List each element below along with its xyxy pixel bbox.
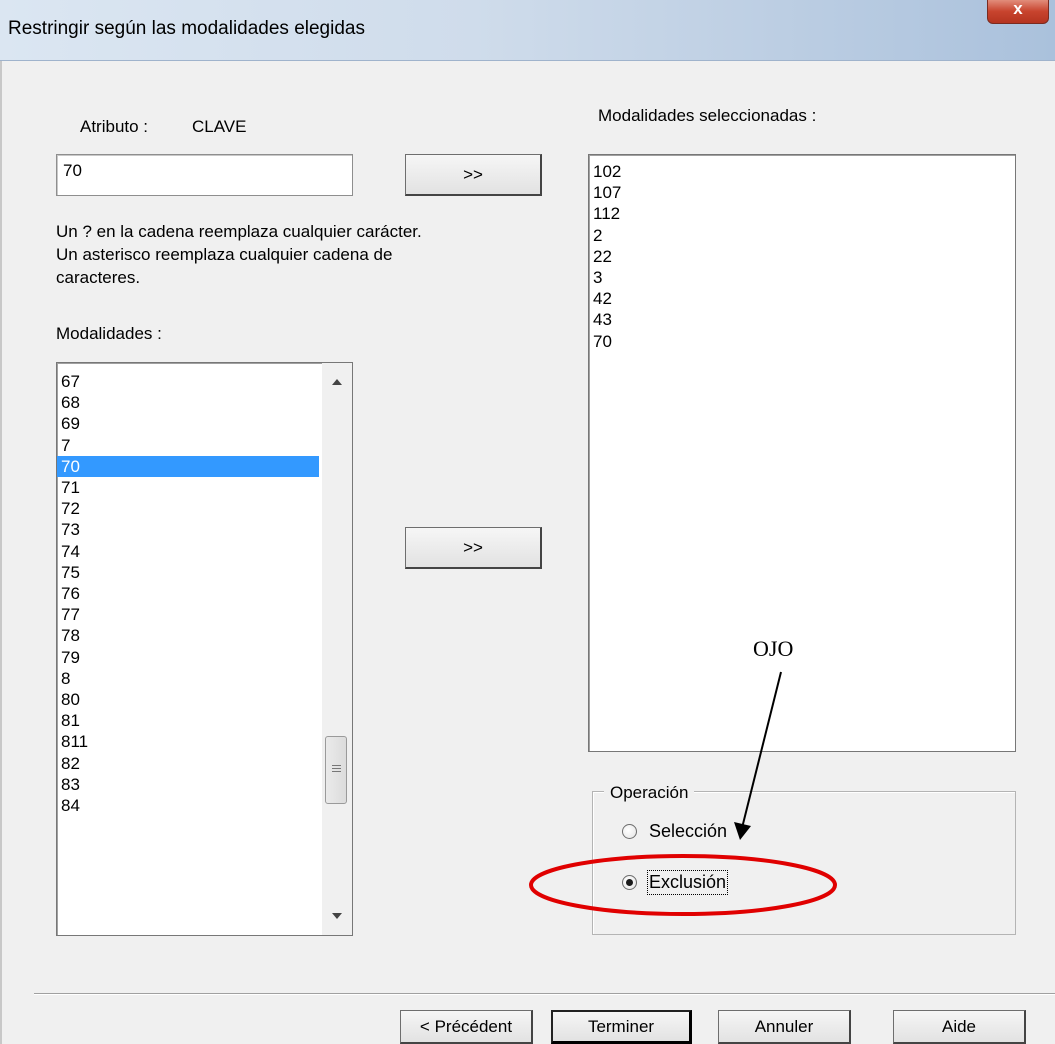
radio-selection-label[interactable]: Selección xyxy=(649,821,727,842)
operation-label: Operación xyxy=(604,783,695,803)
modalities-listbox[interactable]: 67 68 69 7 70 71 72 73 74 75 76 77 78 79 8 80 81 811 82 83 8… xyxy=(56,362,353,936)
modalities-items: 67 68 69 7 70 71 72 73 74 75 76 77 78 79 8 80 81 811 82 83 8… xyxy=(57,371,319,816)
modalities-label: Modalidades : xyxy=(56,324,162,343)
cancel-button[interactable]: Annuler xyxy=(718,1010,851,1044)
finish-button[interactable]: Terminer xyxy=(551,1010,692,1044)
help-text-line: Un ? en la cadena reemplaza cualquier ca… xyxy=(56,222,422,241)
modalities-list-item[interactable]: 77 xyxy=(57,604,319,625)
radio-selection-indicator[interactable] xyxy=(622,824,637,839)
selected-modalities-list-item[interactable]: 43 xyxy=(589,309,1009,330)
help-text-line: Un asterisco reemplaza cualquier cadena … xyxy=(56,245,393,264)
selected-modalities-list-item[interactable]: 2 xyxy=(589,225,1009,246)
selected-modalities-list-item[interactable]: 22 xyxy=(589,246,1009,267)
modalities-list-item[interactable]: 83 xyxy=(57,774,319,795)
radio-selection[interactable]: Selección xyxy=(622,821,727,842)
modalities-list-item[interactable]: 74 xyxy=(57,541,319,562)
radio-exclusion[interactable]: Exclusión xyxy=(622,870,729,895)
modalities-list-item[interactable]: 72 xyxy=(57,498,319,519)
scroll-thumb[interactable] xyxy=(325,736,347,804)
window-left-edge xyxy=(0,61,2,1044)
modalities-list-item[interactable]: 70 xyxy=(57,455,319,478)
help-text: Un ? en la cadena reemplaza cualquier ca… xyxy=(56,220,422,289)
modalities-list-item[interactable]: 73 xyxy=(57,519,319,540)
grip-line xyxy=(332,768,341,769)
selected-modalities-list-item[interactable]: 70 xyxy=(589,331,1009,352)
radio-exclusion-indicator[interactable] xyxy=(622,875,637,890)
scroll-down-icon[interactable] xyxy=(332,913,342,919)
modalities-list-item[interactable]: 69 xyxy=(57,413,319,434)
attribute-value: CLAVE xyxy=(192,117,247,136)
modalities-list-item[interactable]: 7 xyxy=(57,435,319,456)
add-filtered-button[interactable]: >> xyxy=(405,154,542,196)
attribute-label: Atributo : xyxy=(80,117,149,136)
radio-exclusion-label[interactable]: Exclusión xyxy=(646,870,729,895)
selected-modalities-listbox[interactable]: 102 107 112 2 22 3 42 43 70 xyxy=(588,154,1016,752)
modalities-list-item[interactable]: 80 xyxy=(57,689,319,710)
modalities-list-item[interactable]: 76 xyxy=(57,583,319,604)
close-button[interactable]: x xyxy=(987,0,1049,24)
previous-button[interactable]: < Précédent xyxy=(400,1010,533,1044)
selected-modalities-list-item[interactable]: 3 xyxy=(589,267,1009,288)
operation-groupbox xyxy=(592,791,1016,935)
selected-modalities-label: Modalidades seleccionadas : xyxy=(598,106,817,125)
window-title: Restringir según las modalidades elegida… xyxy=(8,18,365,39)
modalities-list-item[interactable]: 82 xyxy=(57,753,319,774)
footer-separator xyxy=(34,993,1055,995)
modalities-list-item[interactable]: 79 xyxy=(57,647,319,668)
selected-modalities-list-item[interactable]: 42 xyxy=(589,288,1009,309)
selected-modalities-items: 102 107 112 2 22 3 42 43 70 xyxy=(589,161,1009,352)
selected-modalities-list-item[interactable]: 112 xyxy=(589,203,1009,224)
grip-line xyxy=(332,765,341,766)
modalities-list-item[interactable]: 811 xyxy=(57,731,319,752)
help-text-line: caracteres. xyxy=(56,268,141,287)
selected-modalities-list-item[interactable]: 107 xyxy=(589,182,1009,203)
modalities-list-item[interactable]: 75 xyxy=(57,562,319,583)
scroll-up-icon[interactable] xyxy=(332,379,342,385)
modalities-list-item[interactable]: 78 xyxy=(57,625,319,646)
title-bar: Restringir según las modalidades elegida… xyxy=(0,0,1055,61)
grip-line xyxy=(332,771,341,772)
modalities-list-item[interactable]: 71 xyxy=(57,477,319,498)
modalities-list-item[interactable]: 68 xyxy=(57,392,319,413)
annotation-text: OJO xyxy=(753,636,794,661)
selected-modalities-list-item[interactable]: 102 xyxy=(589,161,1009,182)
modalities-scrollbar[interactable] xyxy=(322,363,352,935)
help-button[interactable]: Aide xyxy=(893,1010,1026,1044)
modalities-list-item[interactable]: 81 xyxy=(57,710,319,731)
search-input[interactable]: 70 xyxy=(56,154,353,196)
modalities-list-item[interactable]: 8 xyxy=(57,668,319,689)
modalities-list-item[interactable]: 84 xyxy=(57,795,319,816)
add-selected-button[interactable]: >> xyxy=(405,527,542,569)
modalities-list-item[interactable]: 67 xyxy=(57,371,319,392)
